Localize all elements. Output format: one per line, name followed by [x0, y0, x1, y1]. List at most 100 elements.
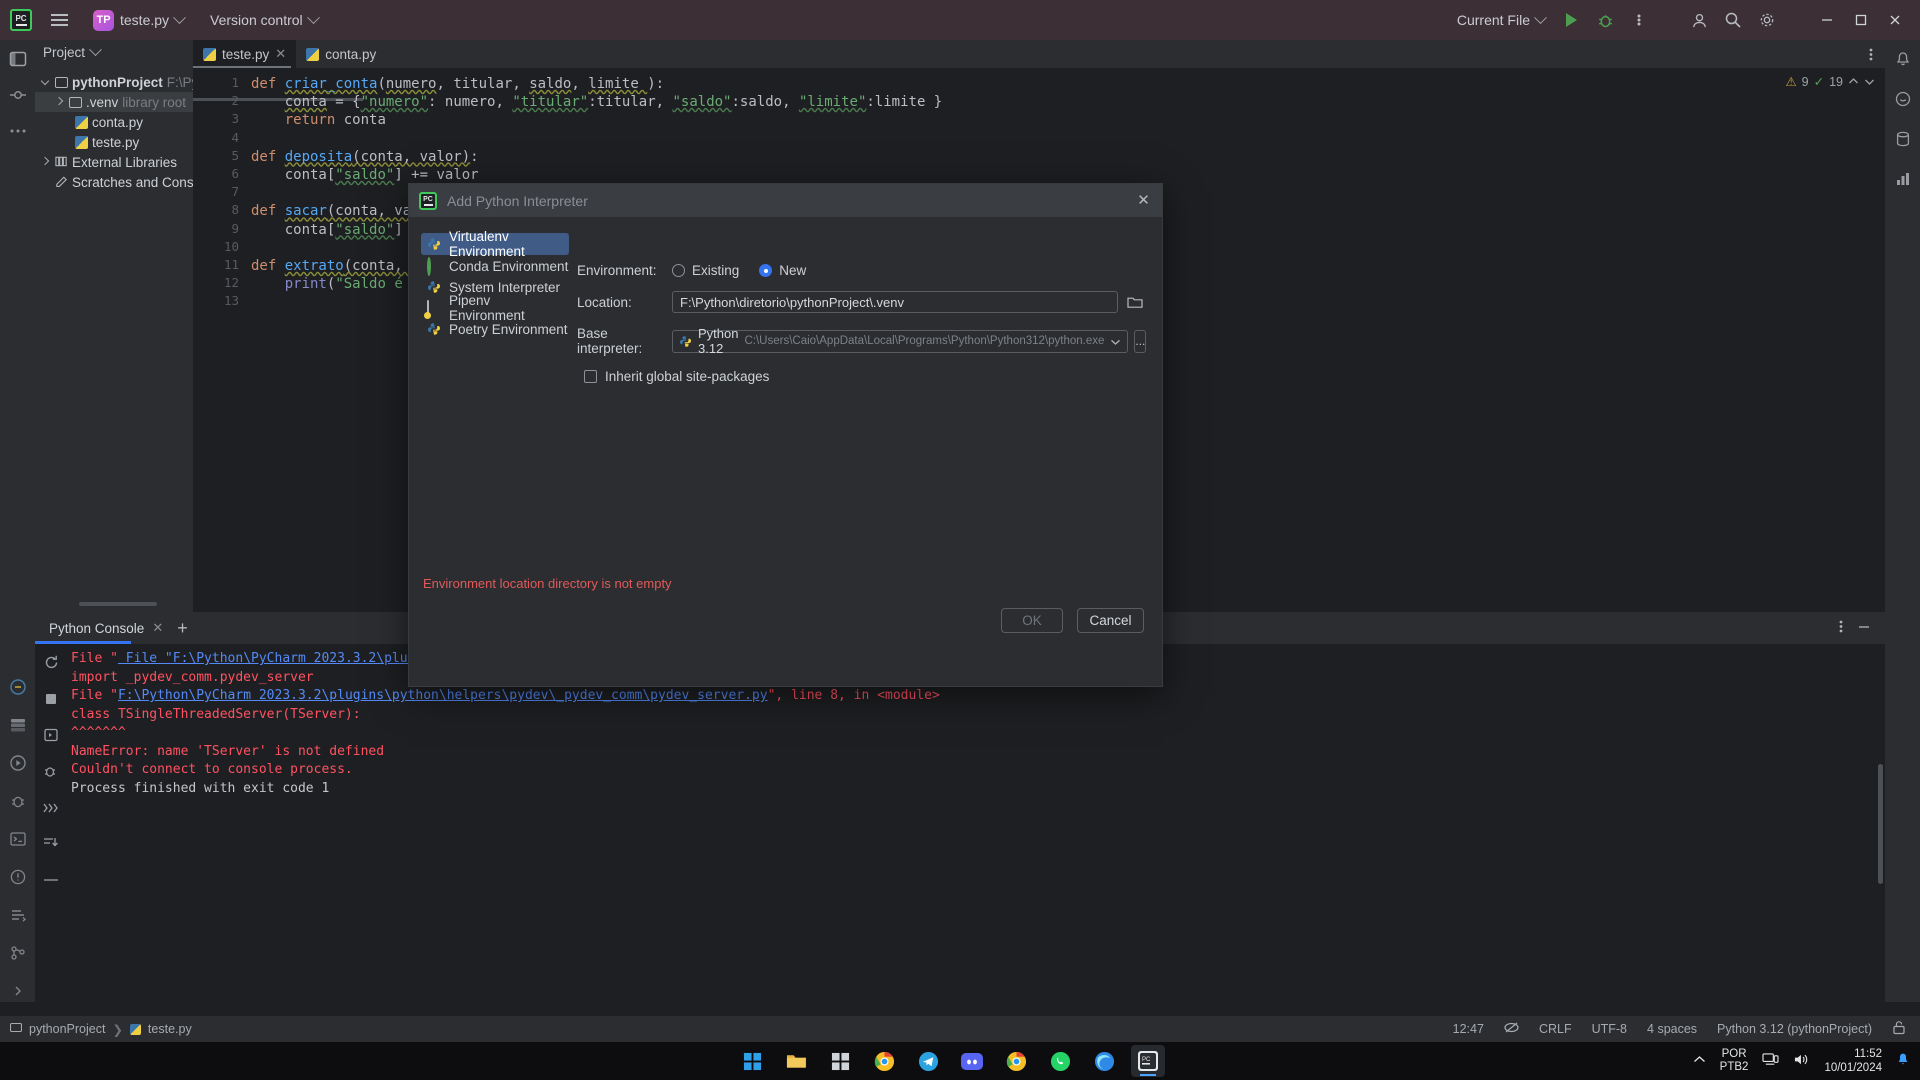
reader-mode-icon[interactable]: [1504, 1020, 1519, 1038]
chrome-icon[interactable]: [867, 1045, 901, 1077]
whatsapp-icon[interactable]: [1043, 1045, 1077, 1077]
unlock-icon[interactable]: [1892, 1020, 1906, 1038]
account-icon[interactable]: [1684, 5, 1714, 35]
hamburger-menu-icon[interactable]: [44, 5, 74, 35]
location-input[interactable]: F:\Python\diretorio\pythonProject\.venv: [672, 291, 1118, 313]
console-link[interactable]: F:\Python\PyCharm 2023.3.2\plugins\pytho…: [118, 688, 768, 703]
caret-position[interactable]: 12:47: [1453, 1022, 1484, 1036]
radio-existing[interactable]: Existing: [672, 263, 739, 278]
ai-assistant-icon[interactable]: [1892, 88, 1914, 110]
list-item-virtualenv-environment[interactable]: Virtualenv Environment: [421, 229, 569, 259]
rerun-icon[interactable]: [43, 654, 60, 674]
volume-icon[interactable]: [1793, 1052, 1810, 1070]
inspection-down-icon[interactable]: [1864, 75, 1875, 89]
debug-button[interactable]: [1590, 5, 1620, 35]
commit-tool-icon[interactable]: [7, 84, 29, 106]
window-close-button[interactable]: [1880, 5, 1910, 35]
problems-tool-icon[interactable]: [7, 866, 29, 888]
pycharm-logo-icon[interactable]: PC: [6, 5, 36, 35]
window-maximize-button[interactable]: [1846, 5, 1876, 35]
services-tool-icon[interactable]: [7, 904, 29, 926]
breadcrumb-file[interactable]: teste.py: [148, 1022, 192, 1036]
interpreter-selector[interactable]: Python 3.12 (pythonProject): [1717, 1022, 1872, 1036]
list-item-poetry-environment[interactable]: Poetry Environment: [421, 319, 569, 339]
run-button[interactable]: [1556, 5, 1586, 35]
start-button[interactable]: [735, 1045, 769, 1077]
cancel-button[interactable]: Cancel: [1077, 608, 1144, 633]
tree-item-external-libraries[interactable]: External Libraries: [35, 152, 193, 172]
tree-item-pythonproject[interactable]: pythonProject F:\Pytho: [35, 72, 217, 92]
execute-in-console-icon[interactable]: [43, 727, 59, 746]
radio-new[interactable]: New: [759, 263, 806, 278]
scroll-to-end-icon[interactable]: [43, 835, 59, 852]
file-encoding[interactable]: UTF-8: [1592, 1022, 1627, 1036]
editor-tab-teste-py[interactable]: teste.py ✕: [193, 40, 297, 68]
python-console-tool-icon[interactable]: [7, 676, 29, 698]
expand-arrow-icon[interactable]: [40, 156, 51, 167]
tree-item-scratches[interactable]: Scratches and Console: [35, 172, 212, 192]
console-output[interactable]: File " File "F:\Python\PyCharm 2023.3.2\…: [67, 644, 1885, 1002]
expand-strip-icon[interactable]: [7, 980, 29, 1002]
ok-button[interactable]: OK: [1001, 608, 1063, 633]
more-actions-icon[interactable]: [1624, 5, 1654, 35]
window-minimize-button[interactable]: [1812, 5, 1842, 35]
radio-button-selected-icon[interactable]: [759, 264, 773, 277]
search-icon[interactable]: [1718, 5, 1748, 35]
tree-item-conta-py[interactable]: conta.py: [35, 112, 193, 132]
git-tool-icon[interactable]: [7, 942, 29, 964]
show-prompt-icon[interactable]: [42, 801, 60, 817]
browse-folder-icon[interactable]: [1124, 291, 1146, 313]
terminal-tool-icon[interactable]: [7, 828, 29, 850]
project-panel-scrollbar[interactable]: [79, 602, 157, 606]
project-panel-header[interactable]: Project: [35, 40, 193, 64]
line-separator[interactable]: CRLF: [1539, 1022, 1572, 1036]
discord-icon[interactable]: [955, 1045, 989, 1077]
debug-tool-icon[interactable]: [7, 790, 29, 812]
notifications-bell-icon[interactable]: [1896, 1052, 1910, 1070]
notifications-bell-icon[interactable]: [1892, 48, 1914, 70]
run-tool-icon[interactable]: [7, 752, 29, 774]
project-tool-icon[interactable]: [7, 48, 29, 70]
list-item-pipenv-environment[interactable]: Pipenv Environment: [421, 293, 569, 323]
stop-icon[interactable]: [44, 692, 58, 709]
close-icon[interactable]: ✕: [275, 46, 286, 62]
add-console-icon[interactable]: +: [177, 619, 188, 637]
settings-gear-icon[interactable]: [1752, 5, 1782, 35]
more-tool-windows-icon[interactable]: [7, 120, 29, 142]
attach-debugger-icon[interactable]: [43, 764, 59, 783]
tray-expand-icon[interactable]: [1693, 1055, 1706, 1067]
clock[interactable]: 11:52 10/01/2024: [1824, 1047, 1882, 1075]
inspection-up-icon[interactable]: [1848, 75, 1859, 89]
version-control-menu[interactable]: Version control: [203, 6, 325, 34]
hide-panel-icon[interactable]: [1857, 620, 1871, 637]
base-interpreter-combobox[interactable]: Python 3.12 C:\Users\Caio\AppData\Local\…: [672, 326, 1129, 356]
file-explorer-icon[interactable]: [779, 1045, 813, 1077]
expand-arrow-icon[interactable]: [40, 76, 51, 87]
edge-icon[interactable]: [1087, 1045, 1121, 1077]
console-scrollbar[interactable]: [1878, 764, 1883, 884]
structure-tool-icon[interactable]: [7, 714, 29, 736]
close-icon[interactable]: ✕: [1135, 192, 1152, 209]
project-file-selector[interactable]: TP teste.py: [86, 6, 191, 34]
editor-tab-conta-py[interactable]: conta.py: [296, 40, 386, 68]
database-icon[interactable]: [1892, 128, 1914, 150]
language-indicator[interactable]: POR PTB2: [1720, 1048, 1749, 1074]
indent-setting[interactable]: 4 spaces: [1647, 1022, 1697, 1036]
breadcrumb-project[interactable]: pythonProject: [29, 1022, 105, 1036]
run-configuration-selector[interactable]: Current File: [1450, 6, 1552, 34]
profiler-icon[interactable]: [1892, 168, 1914, 190]
tree-item-venv[interactable]: .venv library root: [35, 92, 193, 112]
more-options-icon[interactable]: [1839, 619, 1843, 637]
radio-button-icon[interactable]: [672, 264, 685, 277]
microsoft-store-icon[interactable]: [823, 1045, 857, 1077]
tree-item-teste-py[interactable]: teste.py: [35, 132, 193, 152]
chevron-down-icon[interactable]: [1110, 334, 1121, 349]
close-icon[interactable]: ✕: [152, 620, 163, 636]
soft-wrap-icon[interactable]: [43, 870, 59, 886]
network-icon[interactable]: [1762, 1052, 1779, 1070]
list-item-conda-environment[interactable]: Conda Environment: [421, 256, 569, 276]
editor-tab-options-icon[interactable]: [1869, 40, 1885, 68]
console-tab[interactable]: Python Console ✕: [35, 612, 177, 644]
expand-arrow-icon[interactable]: [54, 96, 65, 107]
chrome-secondary-icon[interactable]: [999, 1045, 1033, 1077]
